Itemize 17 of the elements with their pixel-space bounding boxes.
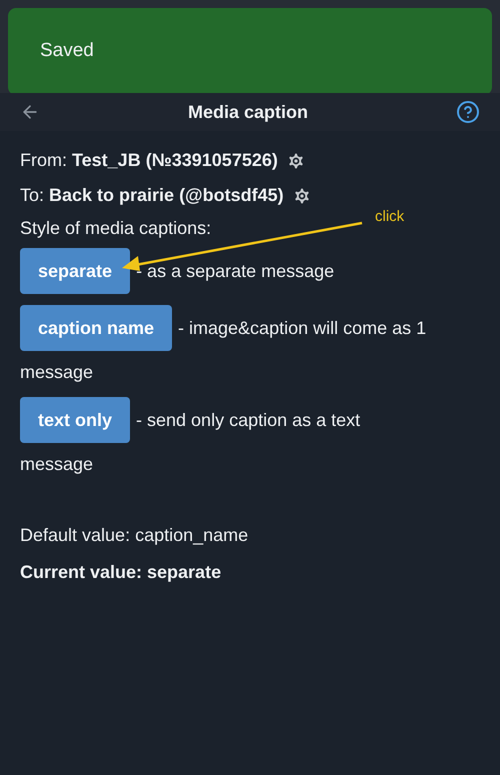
style-label: Style of media captions: — [20, 216, 212, 240]
option-button[interactable]: separate — [20, 248, 130, 294]
option-description: message — [20, 361, 94, 384]
to-text: To: Back to prairie (@botsdf45) — [20, 184, 284, 207]
option-description: - image&caption will come as 1 — [178, 316, 426, 340]
from-text: From: Test_JB (№3391057526) — [20, 149, 278, 172]
option-description: message — [20, 453, 94, 476]
help-button[interactable] — [456, 100, 480, 124]
annotation-text: click — [375, 207, 404, 227]
default-value: Default value: caption_name — [20, 524, 248, 547]
option-description: - send only caption as a text — [136, 408, 360, 432]
page-title: Media caption — [188, 100, 308, 124]
toast: Saved — [8, 8, 492, 95]
current-value: Current value: separate — [20, 561, 222, 584]
option-button[interactable]: text only — [20, 397, 130, 443]
option-button[interactable]: caption name — [20, 305, 172, 351]
option-description: - as a separate message — [136, 260, 334, 283]
